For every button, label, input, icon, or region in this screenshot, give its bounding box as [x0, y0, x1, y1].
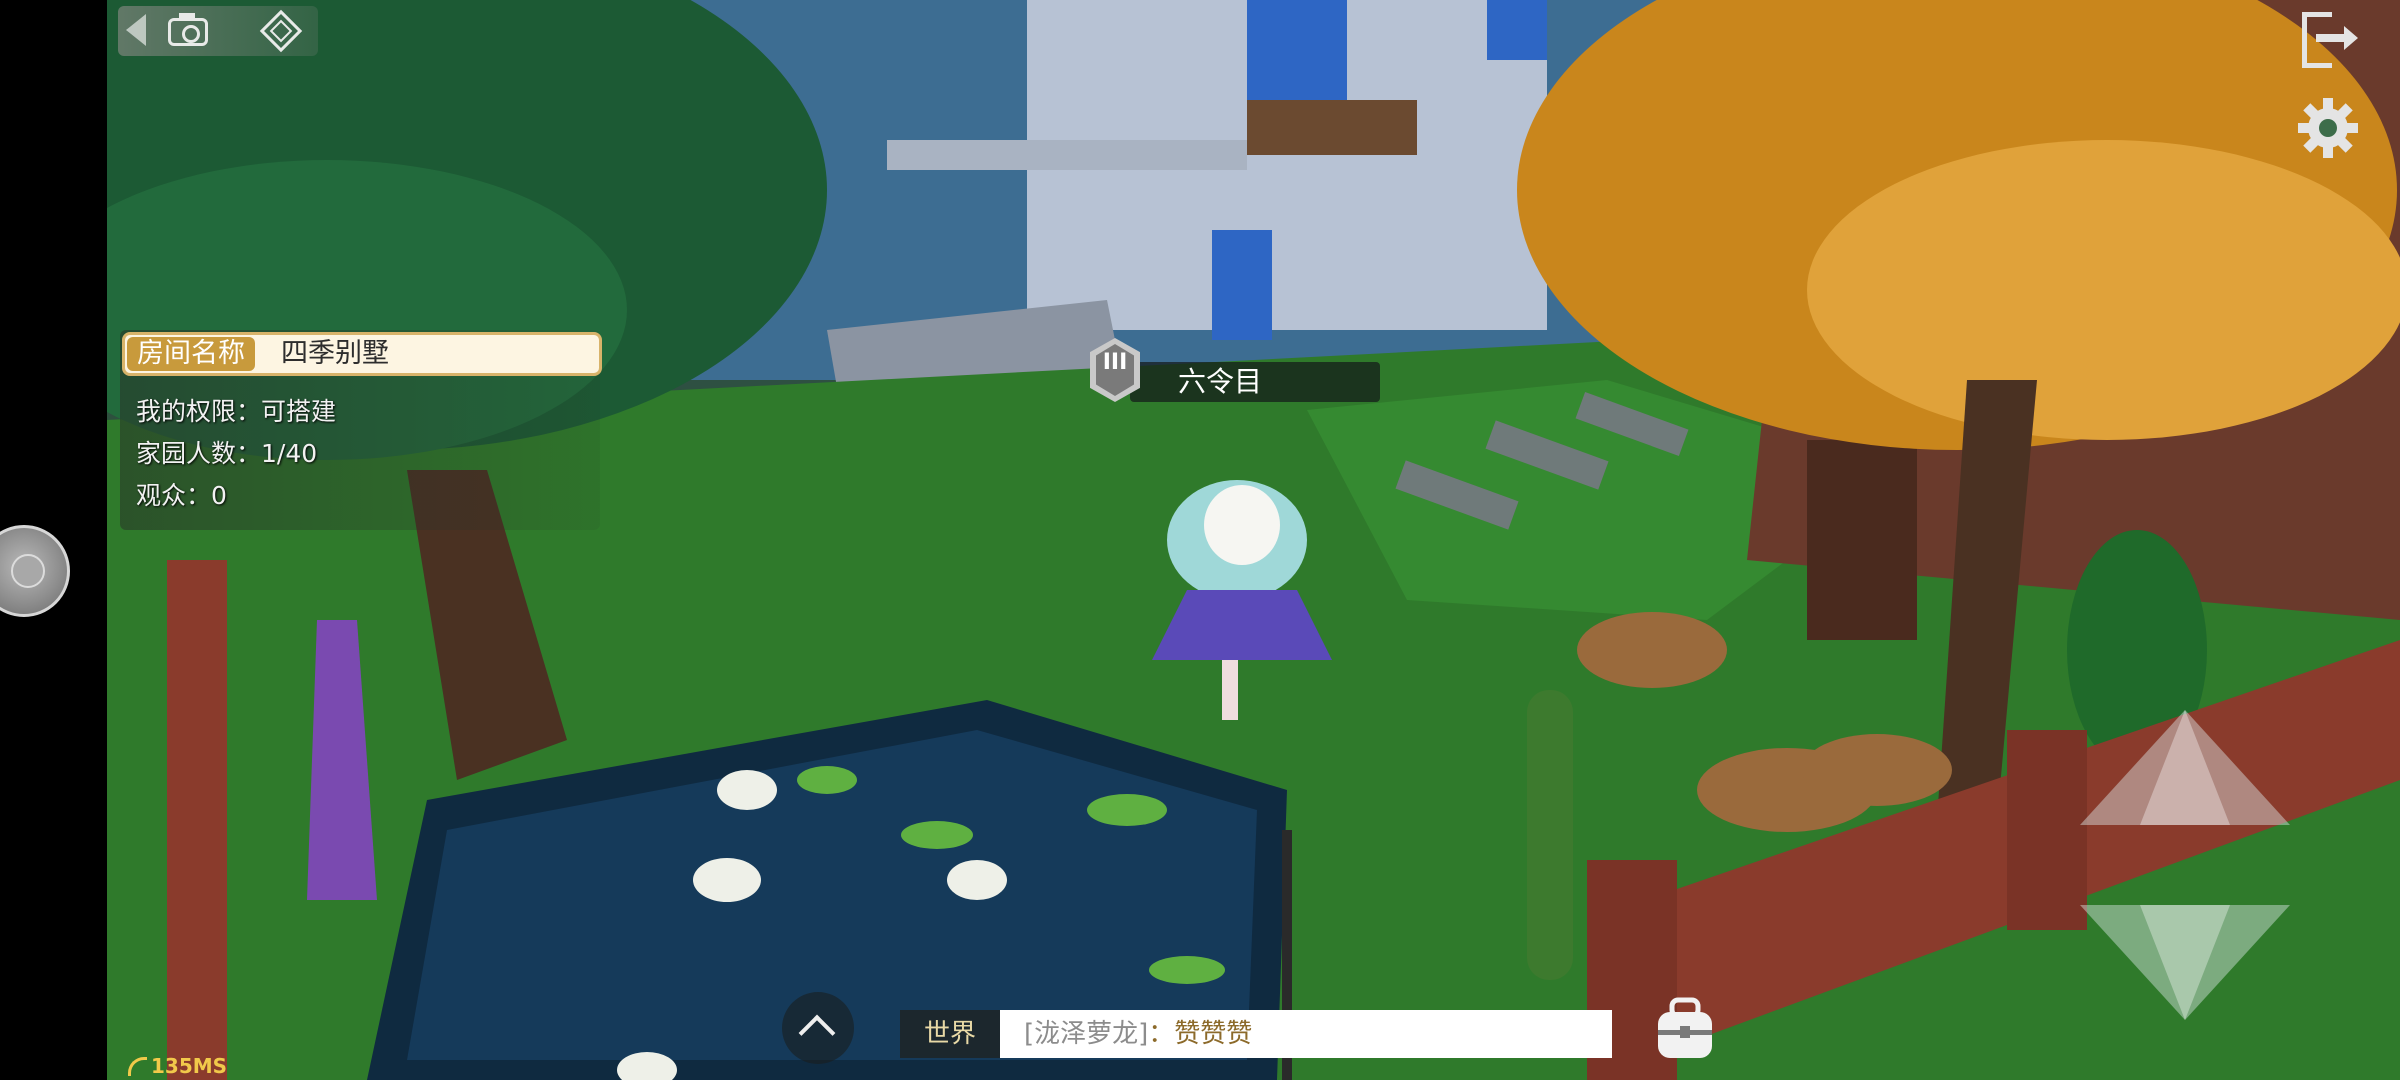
room-name-label: 房间名称	[127, 337, 255, 371]
audience-text: 观众：0	[136, 481, 227, 510]
scene-illustration	[107, 0, 2400, 1080]
gamepad-icon[interactable]	[259, 9, 303, 53]
round-table	[1802, 734, 1952, 806]
character-name: 六令目	[1177, 365, 1262, 398]
lotus-flower	[947, 860, 1007, 900]
chat-expand-button[interactable]	[782, 992, 854, 1064]
character-fox-mask	[1204, 485, 1280, 565]
permission-text: 我的权限：可搭建	[136, 397, 337, 426]
castle-window	[1487, 0, 1547, 60]
lily-pad	[901, 821, 973, 849]
backpack-icon[interactable]	[1650, 996, 1720, 1062]
room-name-bar[interactable]: 房间名称 四季别墅	[122, 332, 602, 376]
wifi-icon	[128, 1057, 147, 1076]
arrow-down-icon[interactable]	[2080, 905, 2290, 1020]
arrow-up-icon[interactable]	[2080, 710, 2290, 825]
ping-value: 135MS	[151, 1054, 228, 1078]
exit-arrow-shape	[2316, 26, 2358, 50]
top-left-toolbar	[118, 6, 318, 56]
brick-wall-left	[167, 560, 227, 1080]
lotus-flower	[693, 858, 761, 902]
chat-message-box[interactable]: [泷泽萝龙]：赞赞赞	[1000, 1010, 1612, 1058]
character-legs	[1222, 660, 1238, 720]
population-text: 家园人数：1/40	[136, 439, 318, 468]
chat-sender: [泷泽萝龙]	[1024, 1019, 1149, 1049]
lily-pad	[797, 766, 857, 794]
tree-canopy-right	[1807, 140, 2400, 440]
chat-message: ：赞赞赞	[1148, 1019, 1253, 1049]
bookshelf	[1807, 440, 1917, 640]
room-name-value: 四季别墅	[281, 338, 389, 369]
game-scene[interactable]	[107, 0, 2400, 1080]
cactus	[1527, 690, 1573, 980]
lily-pad	[1149, 956, 1225, 984]
camera-icon[interactable]	[168, 13, 208, 46]
chevron-up-icon	[798, 1014, 836, 1052]
planter	[1247, 100, 1417, 155]
back-chevron-icon[interactable]	[126, 14, 146, 46]
round-table	[1577, 612, 1727, 688]
chat-bar[interactable]: 世界 [泷泽萝龙]：赞赞赞	[900, 1010, 1612, 1058]
exit-icon[interactable]	[2302, 12, 2358, 72]
character-nameplate[interactable]: III 六令目	[1090, 338, 1380, 404]
castle-window	[1212, 230, 1272, 340]
lily-pad	[1087, 794, 1167, 826]
assistant-icon	[11, 554, 45, 588]
balcony	[887, 140, 1247, 170]
network-ping: 135MS	[128, 1054, 227, 1078]
chat-channel-label[interactable]: 世界	[900, 1010, 1014, 1058]
gear-icon[interactable]	[2296, 96, 2360, 160]
lotus-flower	[717, 770, 777, 810]
brick-pillar	[2007, 730, 2087, 930]
